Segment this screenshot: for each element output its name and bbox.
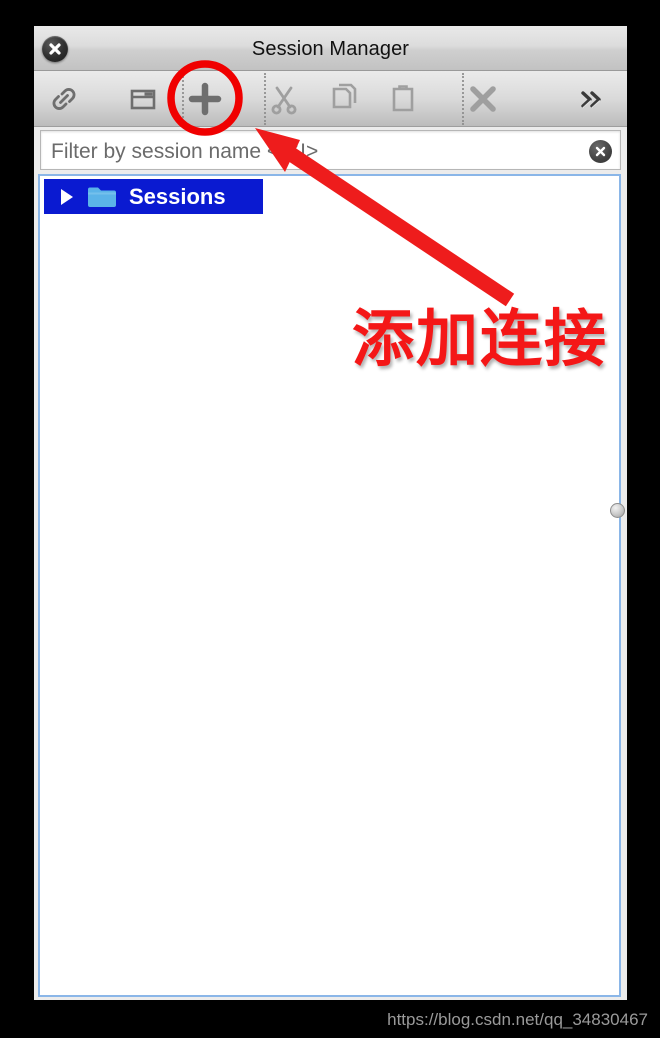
toolbar-add-session-button[interactable] (181, 75, 229, 123)
filter-input-placeholder: Filter by session name <⌘I> (51, 140, 319, 163)
plus-icon (188, 82, 222, 116)
session-manager-window: Session Manager Filter by session name <… (34, 26, 627, 1000)
toolbar-cut-button[interactable] (260, 75, 308, 123)
session-tree-panel[interactable]: Sessions (38, 174, 621, 997)
tree-item-sessions[interactable]: Sessions (44, 179, 263, 214)
clear-x-icon (595, 146, 606, 157)
toolbar-paste-button[interactable] (379, 75, 427, 123)
title-bar: Session Manager (34, 26, 627, 71)
disclosure-triangle-icon[interactable] (61, 188, 73, 205)
x-mark-icon (470, 86, 496, 112)
tree-item-label: Sessions (129, 183, 226, 209)
screenshot-root: Session Manager Filter by session name <… (0, 0, 660, 1038)
toolbar (34, 71, 627, 127)
double-chevron-right-icon (581, 91, 601, 109)
filter-field-wrapper[interactable]: Filter by session name <⌘I> (40, 130, 621, 170)
toolbar-overflow-button[interactable] (566, 75, 614, 123)
window-title: Session Manager (251, 38, 410, 60)
toolbar-connect-button[interactable] (40, 75, 88, 123)
scissors-icon (271, 86, 297, 115)
chain-link-icon (52, 88, 76, 110)
window-icon (130, 89, 156, 110)
window-resize-handle[interactable] (610, 503, 625, 518)
folder-icon (87, 185, 117, 209)
watermark-text: https://blog.csdn.net/qq_34830467 (387, 1010, 648, 1029)
toolbar-copy-button[interactable] (320, 75, 368, 123)
filter-clear-button[interactable] (589, 140, 612, 163)
toolbar-new-window-button[interactable] (119, 75, 167, 123)
copy-pages-icon (332, 83, 357, 109)
filter-row: Filter by session name <⌘I> (34, 127, 627, 173)
toolbar-delete-button[interactable] (459, 75, 507, 123)
clipboard-icon (392, 85, 414, 112)
